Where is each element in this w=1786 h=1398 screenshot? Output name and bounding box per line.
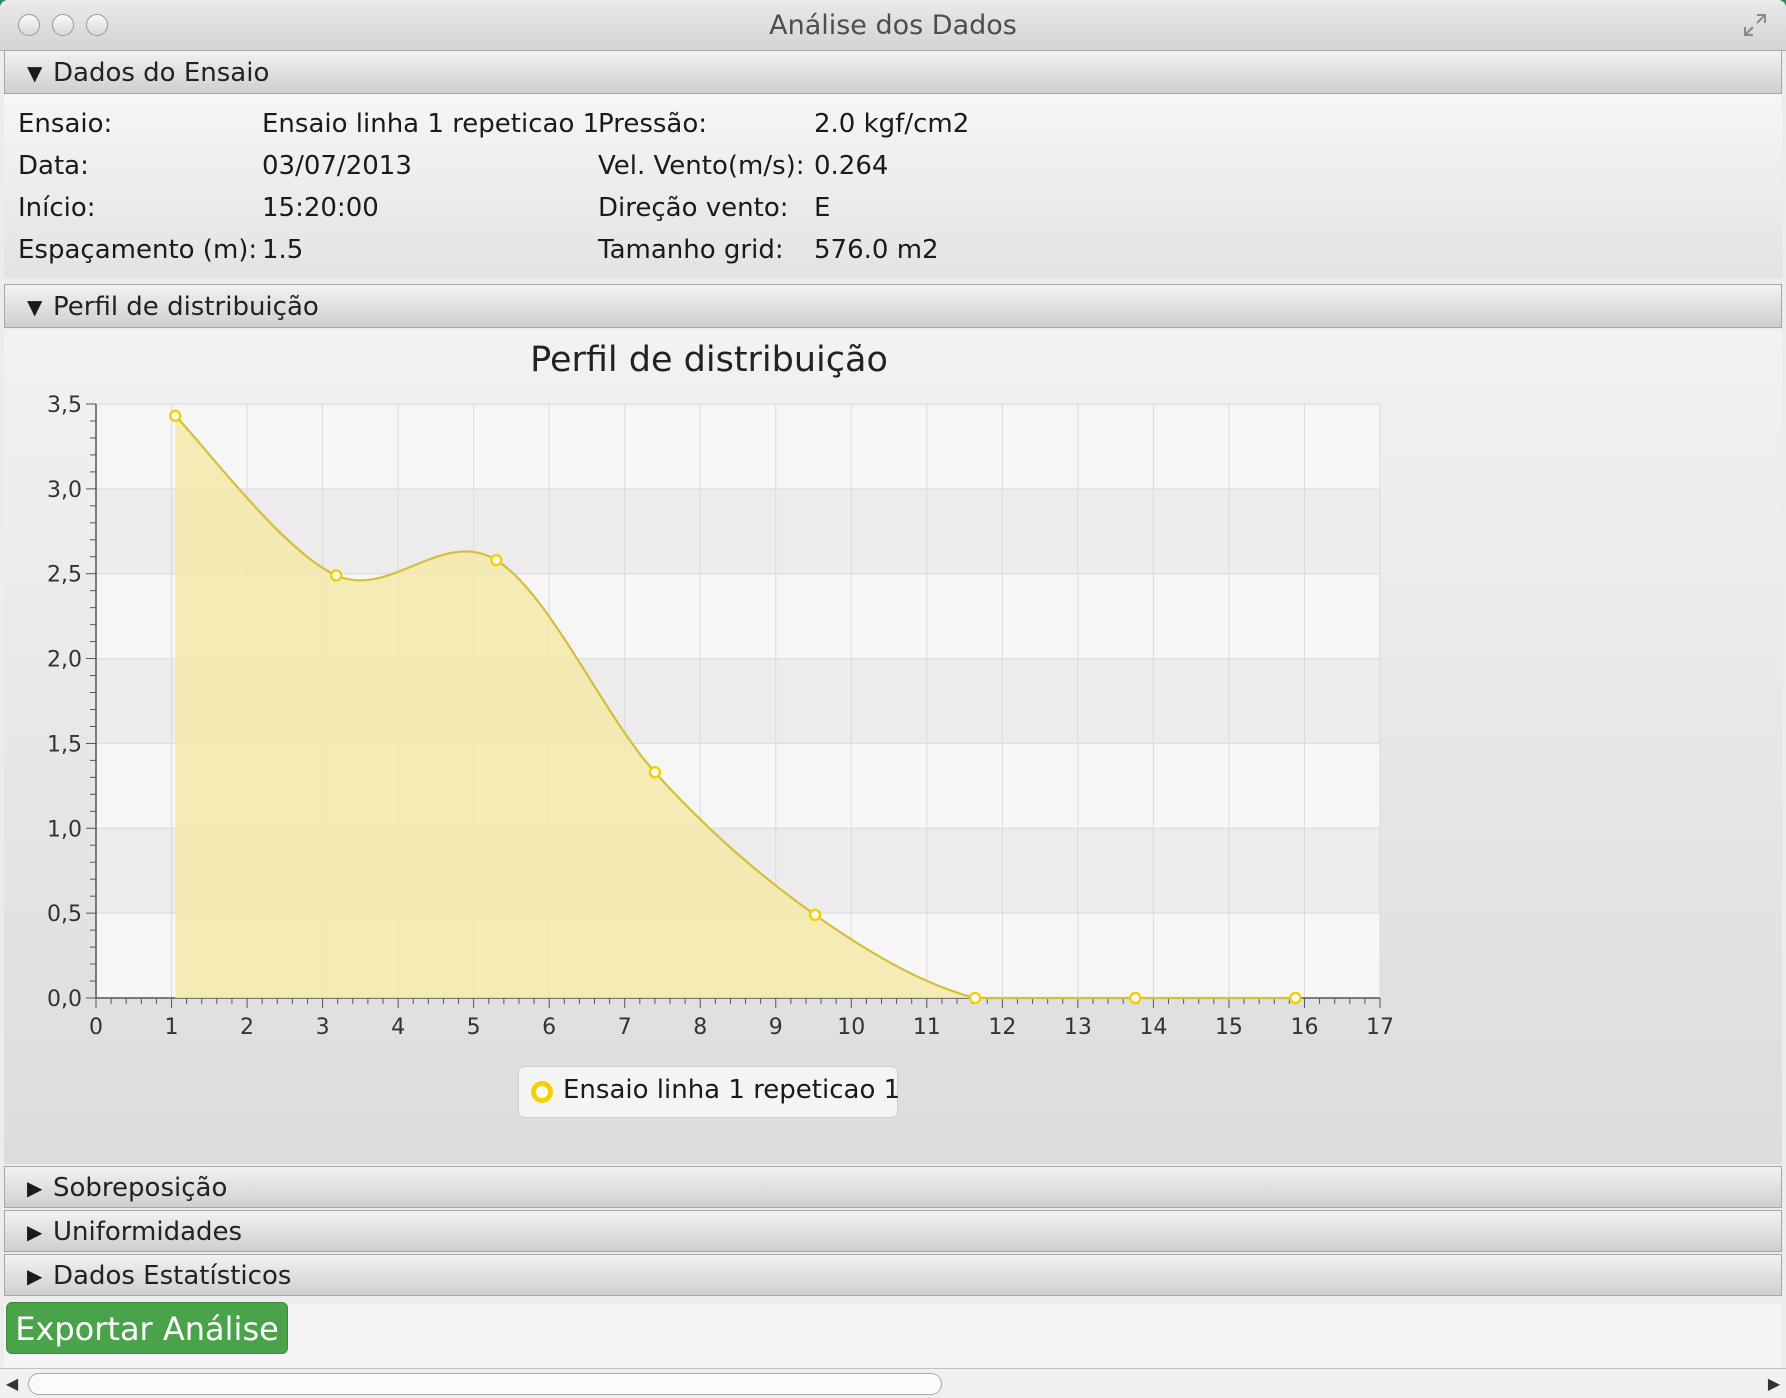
pressao-label: Pressão: (598, 109, 708, 139)
collapsed-arrow-icon: ▶ (27, 1176, 43, 1200)
vento-value: 0.264 (814, 151, 889, 181)
inicio-label: Início: (18, 193, 96, 223)
section-label: Perfil de distribuição (53, 292, 319, 322)
inicio-value: 15:20:00 (262, 193, 379, 223)
section-header-uniformidades[interactable]: ▶ Uniformidades (4, 1210, 1782, 1252)
vento-label: Vel. Vento(m/s): (598, 151, 805, 181)
dados-ensaio-panel: Ensaio: Ensaio linha 1 repeticao 1 Data:… (4, 94, 1782, 278)
section-header-perfil[interactable]: ▼ Perfil de distribuição (4, 284, 1782, 328)
export-analysis-button[interactable]: Exportar Análise (6, 1302, 288, 1354)
scroll-right-icon[interactable]: ▶ (1762, 1369, 1786, 1398)
section-header-dados-ensaio[interactable]: ▼ Dados do Ensaio (4, 50, 1782, 94)
section-label: Dados Estatísticos (53, 1261, 292, 1291)
ensaio-value: Ensaio linha 1 repeticao 1 (262, 109, 600, 139)
collapsed-arrow-icon: ▶ (27, 1220, 43, 1244)
legend-marker-icon (531, 1081, 553, 1103)
horizontal-scrollbar[interactable]: ◀ ▶ (0, 1368, 1786, 1398)
pressao-value: 2.0 kgf/cm2 (814, 109, 970, 139)
window-title: Análise dos Dados (769, 10, 1017, 41)
espacamento-value: 1.5 (262, 235, 304, 265)
chart-legend: Ensaio linha 1 repeticao 1 (518, 1066, 901, 1118)
grid-label: Tamanho grid: (598, 235, 784, 265)
scrollbar-thumb[interactable] (28, 1373, 942, 1395)
section-header-sobreposicao[interactable]: ▶ Sobreposição (4, 1166, 1782, 1208)
section-header-estatisticos[interactable]: ▶ Dados Estatísticos (4, 1254, 1782, 1296)
espacamento-label: Espaçamento (m): (18, 235, 258, 265)
ensaio-label: Ensaio: (18, 109, 113, 139)
direcao-label: Direção vento: (598, 193, 789, 223)
chart-title: Perfil de distribuição (530, 340, 888, 380)
expanded-arrow-icon: ▼ (27, 295, 43, 319)
data-value: 03/07/2013 (262, 151, 412, 181)
fullscreen-icon[interactable] (1742, 12, 1768, 38)
legend-label: Ensaio linha 1 repeticao 1 (563, 1075, 901, 1105)
section-label: Dados do Ensaio (53, 58, 270, 88)
grid-value: 576.0 m2 (814, 235, 939, 265)
data-label: Data: (18, 151, 89, 181)
analysis-window: Análise dos Dados ▼ Dados do Ensaio Ensa… (0, 0, 1786, 1398)
section-label: Uniformidades (53, 1217, 243, 1247)
scroll-left-icon[interactable]: ◀ (0, 1369, 24, 1398)
expanded-arrow-icon: ▼ (27, 61, 43, 85)
collapsed-arrow-icon: ▶ (27, 1264, 43, 1288)
direcao-value: E (814, 193, 831, 223)
title-bar: Análise dos Dados (0, 0, 1786, 51)
section-label: Sobreposição (53, 1173, 228, 1203)
chart-panel (4, 330, 1782, 1164)
